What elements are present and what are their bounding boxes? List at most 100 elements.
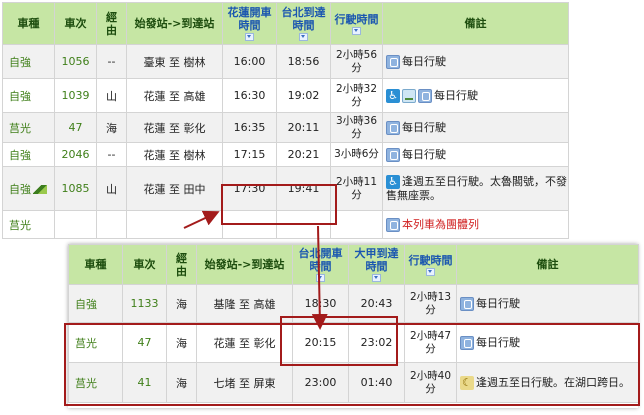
bicycle-icon <box>402 88 416 103</box>
train-no[interactable]: 1039 <box>54 78 97 113</box>
train-no[interactable]: 47 <box>54 112 97 143</box>
header-depart-time[interactable]: 台北開車時間 <box>292 244 349 285</box>
header-depart-time[interactable]: 花蓮開車時間 <box>222 2 277 45</box>
via: 海 <box>166 322 197 363</box>
duration: 3小時6分 <box>330 142 383 167</box>
depart-time: 16:30 <box>222 78 277 113</box>
header-via[interactable]: 經由 <box>96 2 127 45</box>
train-type[interactable]: 自強 <box>2 142 55 167</box>
duration: 2小時13分 <box>404 284 457 323</box>
note: 每日行駛 <box>382 112 569 143</box>
route: 花蓮 至 彰化 <box>196 322 293 363</box>
route: 基隆 至 高雄 <box>196 284 293 323</box>
note: 每日行駛 <box>456 322 639 363</box>
train-type[interactable]: 莒光 <box>68 362 123 403</box>
daily-train-icon <box>386 217 400 232</box>
sort-icon[interactable] <box>245 33 254 41</box>
via: 海 <box>166 362 197 403</box>
sort-icon[interactable] <box>316 274 325 282</box>
train-no[interactable]: 2046 <box>54 142 97 167</box>
train-no[interactable]: 47 <box>122 322 167 363</box>
duration: 2小時32分 <box>330 78 383 113</box>
route: 花蓮 至 高雄 <box>126 78 223 113</box>
train-type[interactable]: 莒光 <box>2 112 55 143</box>
sort-icon[interactable] <box>426 267 435 276</box>
route: 花蓮 至 田中 <box>126 166 223 211</box>
table-row: 自強 2046 -- 花蓮 至 樹林 17:15 20:21 3小時6分 每日行… <box>2 142 569 167</box>
arrive-time: 01:40 <box>348 362 405 403</box>
via: 山 <box>96 166 127 211</box>
route <box>126 210 223 239</box>
table-row: 莒光 41 海 七堵 至 屏東 23:00 01:40 2小時40分 ☾ 逢週五至… <box>68 362 639 403</box>
train-no[interactable]: 1133 <box>122 284 167 323</box>
header-note: 備註 <box>382 2 569 45</box>
sort-icon[interactable] <box>299 33 308 41</box>
arrive-time: 20:11 <box>276 112 331 143</box>
route: 臺東 至 樹林 <box>126 44 223 79</box>
via: -- <box>96 142 127 167</box>
duration: 2小時56分 <box>330 44 383 79</box>
depart-time: 16:00 <box>222 44 277 79</box>
header-duration[interactable]: 行駛時間 <box>404 244 457 285</box>
sort-icon[interactable] <box>372 274 381 282</box>
note: ♿ 逢週五至日行駛。太魯閣號，不發售無座票。 <box>382 166 569 211</box>
duration: 2小時11分 <box>330 166 383 211</box>
note: 每日行駛 <box>456 284 639 323</box>
arrive-time <box>276 210 331 239</box>
train-type[interactable]: 自強 <box>68 284 123 323</box>
header-train-no[interactable]: 車次 <box>122 244 167 285</box>
via: 海 <box>96 112 127 143</box>
arrive-time: 18:56 <box>276 44 331 79</box>
header-train-type[interactable]: 車種 <box>2 2 55 45</box>
wheelchair-icon: ♿ <box>386 88 400 103</box>
via: 海 <box>166 284 197 323</box>
header-via[interactable]: 經由 <box>166 244 197 285</box>
header-route[interactable]: 始發站->到達站 <box>126 2 223 45</box>
train-no[interactable] <box>54 210 97 239</box>
train-no[interactable]: 1056 <box>54 44 97 79</box>
table-row: 自強 1056 -- 臺東 至 樹林 16:00 18:56 2小時56分 每日… <box>2 44 569 79</box>
sort-icon[interactable] <box>352 26 361 35</box>
depart-time <box>222 210 277 239</box>
duration: 2小時40分 <box>404 362 457 403</box>
train-no[interactable]: 1085 <box>54 166 97 211</box>
note: 每日行駛 <box>382 142 569 167</box>
timetable-top: 車種 車次 經由 始發站->到達站 花蓮開車時間 台北到達時間 行駛時間 備註 … <box>2 2 569 239</box>
timetable-bottom: 車種 車次 經由 始發站->到達站 台北開車時間 大甲到達時間 行駛時間 備註 … <box>68 244 639 403</box>
header-route[interactable]: 始發站->到達站 <box>196 244 293 285</box>
mountain-line-icon <box>33 185 47 194</box>
route: 花蓮 至 樹林 <box>126 142 223 167</box>
daily-train-icon <box>460 296 474 311</box>
header-train-type[interactable]: 車種 <box>68 244 123 285</box>
train-type[interactable]: 自強 <box>2 166 55 211</box>
duration: 2小時47分 <box>404 322 457 363</box>
arrive-time: 20:21 <box>276 142 331 167</box>
train-type[interactable]: 莒光 <box>68 322 123 363</box>
timetable-hualien-to-taipei: 車種 車次 經由 始發站->到達站 花蓮開車時間 台北到達時間 行駛時間 備註 … <box>2 2 569 240</box>
header-arrive-time[interactable]: 台北到達時間 <box>276 2 331 45</box>
header-note: 備註 <box>456 244 639 285</box>
header-arrive-time[interactable]: 大甲到達時間 <box>348 244 405 285</box>
train-type[interactable]: 自強 <box>2 78 55 113</box>
train-no[interactable]: 41 <box>122 362 167 403</box>
table-row: 自強 1133 海 基隆 至 高雄 18:30 20:43 2小時13分 每日行… <box>68 284 639 323</box>
daily-train-icon <box>386 120 400 135</box>
arrive-time: 19:41 <box>276 166 331 211</box>
depart-time: 17:15 <box>222 142 277 167</box>
route: 花蓮 至 彰化 <box>126 112 223 143</box>
via <box>96 210 127 239</box>
depart-time: 23:00 <box>292 362 349 403</box>
daily-train-icon <box>418 88 432 103</box>
table-row: 莒光 47 海 花蓮 至 彰化 16:35 20:11 3小時36分 每日行駛 <box>2 112 569 143</box>
arrive-time: 23:02 <box>348 322 405 363</box>
depart-time: 17:30 <box>222 166 277 211</box>
duration: 3小時36分 <box>330 112 383 143</box>
train-type[interactable]: 自強 <box>2 44 55 79</box>
depart-time: 18:30 <box>292 284 349 323</box>
header-duration[interactable]: 行駛時間 <box>330 2 383 45</box>
header-train-no[interactable]: 車次 <box>54 2 97 45</box>
train-type[interactable]: 莒光 <box>2 210 55 239</box>
table-row: 莒光 47 海 花蓮 至 彰化 20:15 23:02 2小時47分 每日行駛 <box>68 322 639 363</box>
daily-train-icon <box>460 335 474 350</box>
depart-time: 16:35 <box>222 112 277 143</box>
